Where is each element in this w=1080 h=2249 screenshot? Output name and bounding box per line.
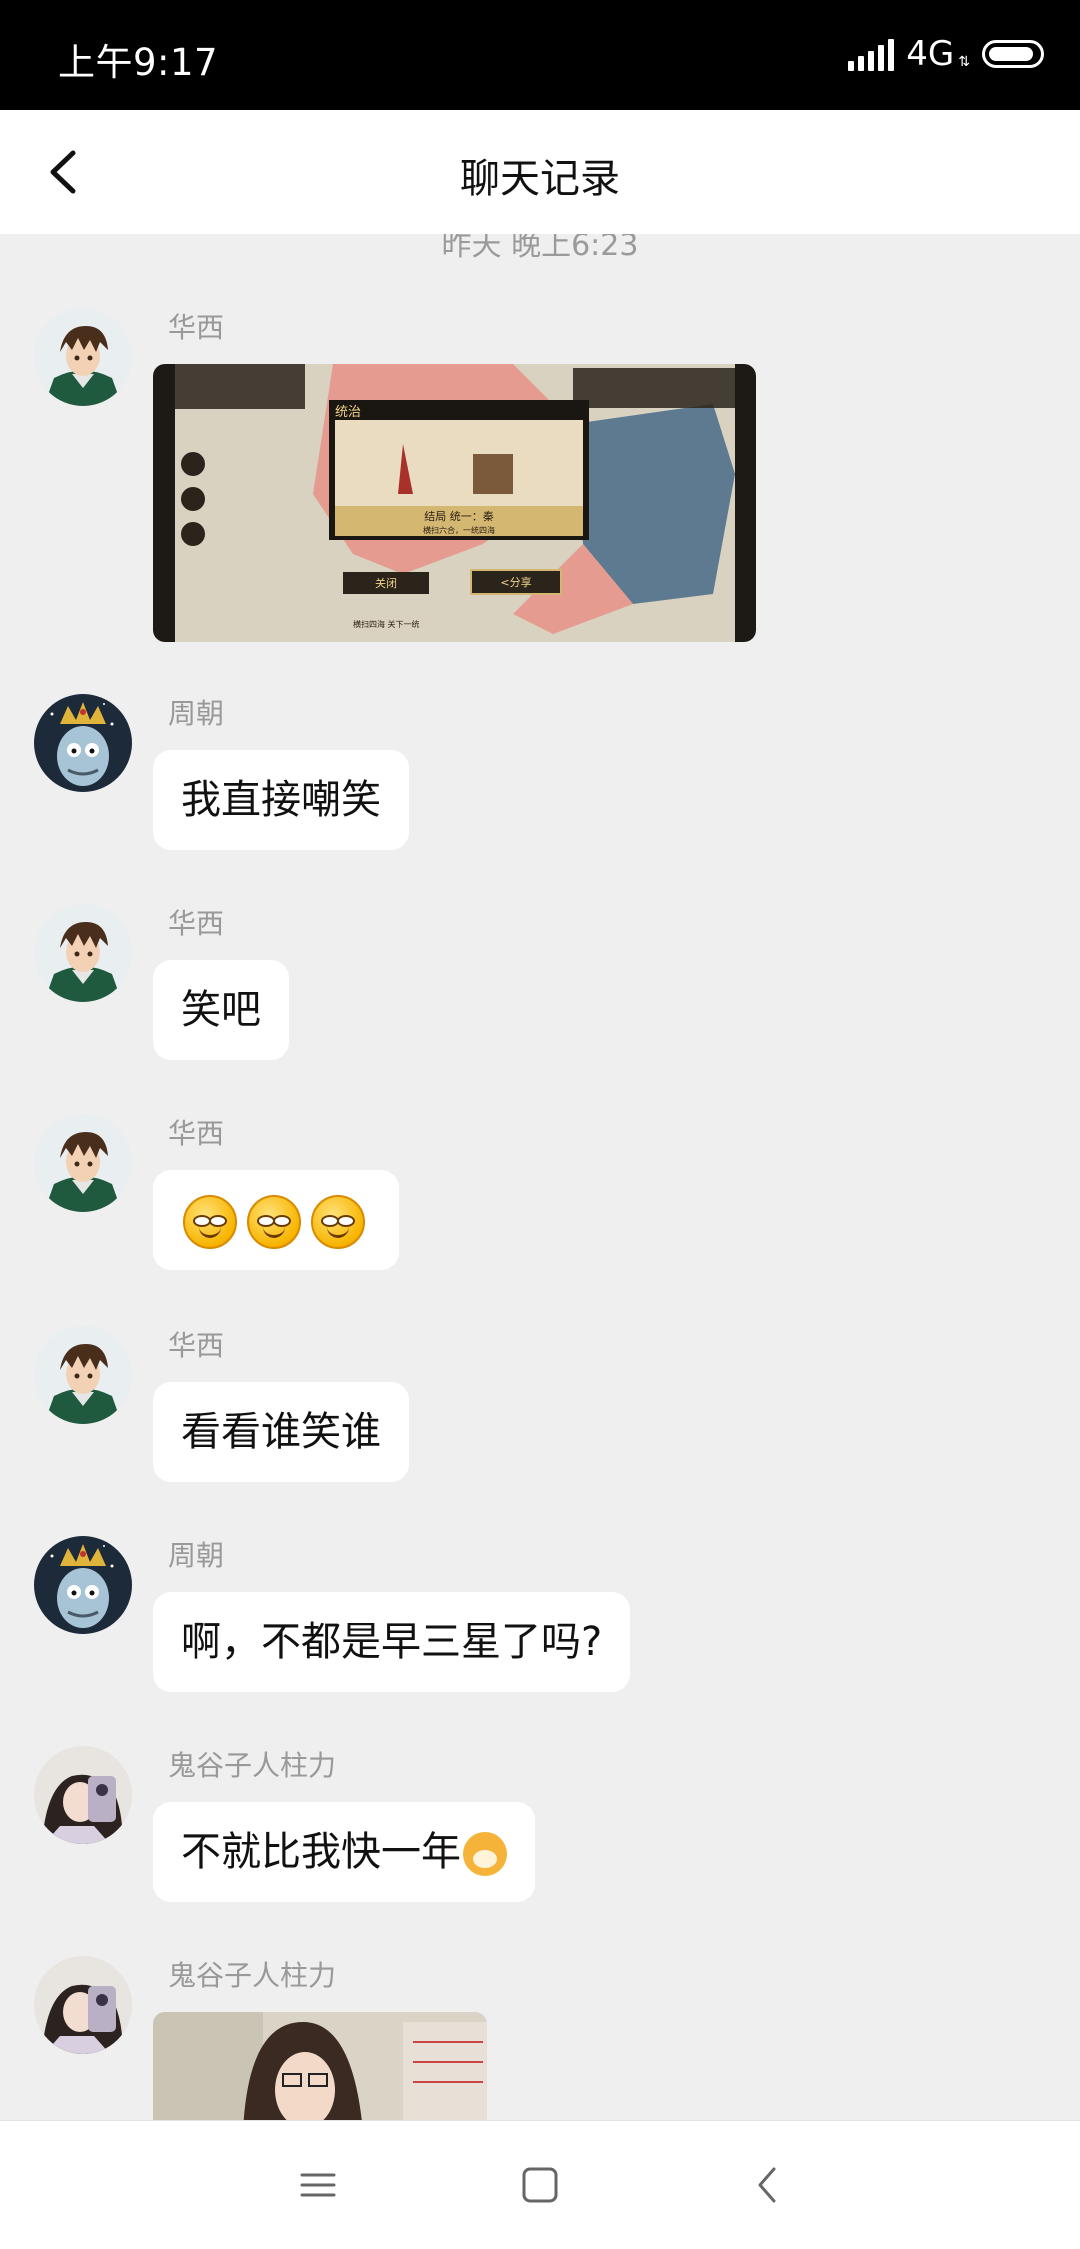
game-panel-note: 横扫六合，一统四海 [423,525,495,535]
anime-boy-avatar[interactable] [34,308,132,406]
girl-photo-avatar[interactable] [34,1746,132,1844]
menu-icon [300,2173,336,2197]
game-screenshot-image[interactable]: 统治 结局 统一：秦 横扫六合，一统四海 关闭 <分享 横扫四海 关下一统 [153,364,756,642]
recent-apps-button[interactable] [292,2159,344,2211]
page-title: 聊天记录 [460,156,620,202]
message-bubble[interactable]: 不就比我快一年 [153,1802,535,1902]
game-share-button: <分享 [500,575,531,589]
anime-boy-avatar[interactable] [34,1114,132,1212]
time-divider: 昨天 晚上6:23 [441,234,639,263]
network-type: 4G [906,34,955,74]
sender-name: 周朝 [168,1539,225,1572]
sender-name: 鬼谷子人柱力 [168,1959,337,1992]
battery-icon [982,40,1044,68]
data-activity-icon: ⇅ [958,54,970,70]
sender-name: 鬼谷子人柱力 [168,1749,337,1782]
cartoon-king-avatar[interactable] [34,694,132,792]
photo-image[interactable] [153,2012,487,2120]
sender-name: 华西 [168,907,225,940]
game-close-button: 关闭 [375,576,397,590]
anime-boy-avatar[interactable] [34,904,132,1002]
back-icon [758,2167,776,2203]
sender-name: 华西 [168,311,225,344]
message-bubble[interactable]: 笑吧 [153,960,289,1060]
nav-bar: 聊天记录 [0,110,1080,234]
game-panel-title: 统治 [335,405,361,420]
message-text: 不就比我快一年 [181,1829,461,1875]
home-icon [522,2167,558,2203]
message-bubble[interactable]: 我直接嘲笑 [153,750,409,850]
signal-strength-icon [848,37,895,71]
message-bubble[interactable]: 啊，不都是早三星了吗? [153,1592,631,1692]
smirk-emoji-icon [183,1195,237,1249]
girl-photo-avatar[interactable] [34,1956,132,2054]
anime-boy-avatar[interactable] [34,1326,132,1424]
game-panel-subtitle: 结局 统一：秦 [424,509,494,523]
sender-name: 华西 [168,1117,225,1150]
smirk-emoji-icon [311,1195,365,1249]
home-button[interactable] [514,2159,566,2211]
chat-history[interactable]: 昨天 晚上6:23 华西 统治 结局 统一：秦 横扫六合，一统四海 关闭 <分享… [0,234,1080,2120]
status-time: 上午9:17 [58,41,219,84]
cartoon-king-avatar[interactable] [34,1536,132,1634]
system-nav-bar [0,2120,1080,2249]
sender-name: 华西 [168,1329,225,1362]
sender-name: 周朝 [168,697,225,730]
status-icons: 4G ⇅ [848,34,1044,74]
shiba-dog-emoji-icon [463,1832,507,1876]
smirk-emoji-icon [247,1195,301,1249]
status-bar: 上午9:17 4G ⇅ [0,0,1080,110]
message-bubble[interactable]: 看看谁笑谁 [153,1382,409,1482]
system-back-button[interactable] [742,2159,794,2211]
emoji-bubble[interactable] [153,1170,399,1270]
game-footer-text: 横扫四海 关下一统 [353,619,420,629]
